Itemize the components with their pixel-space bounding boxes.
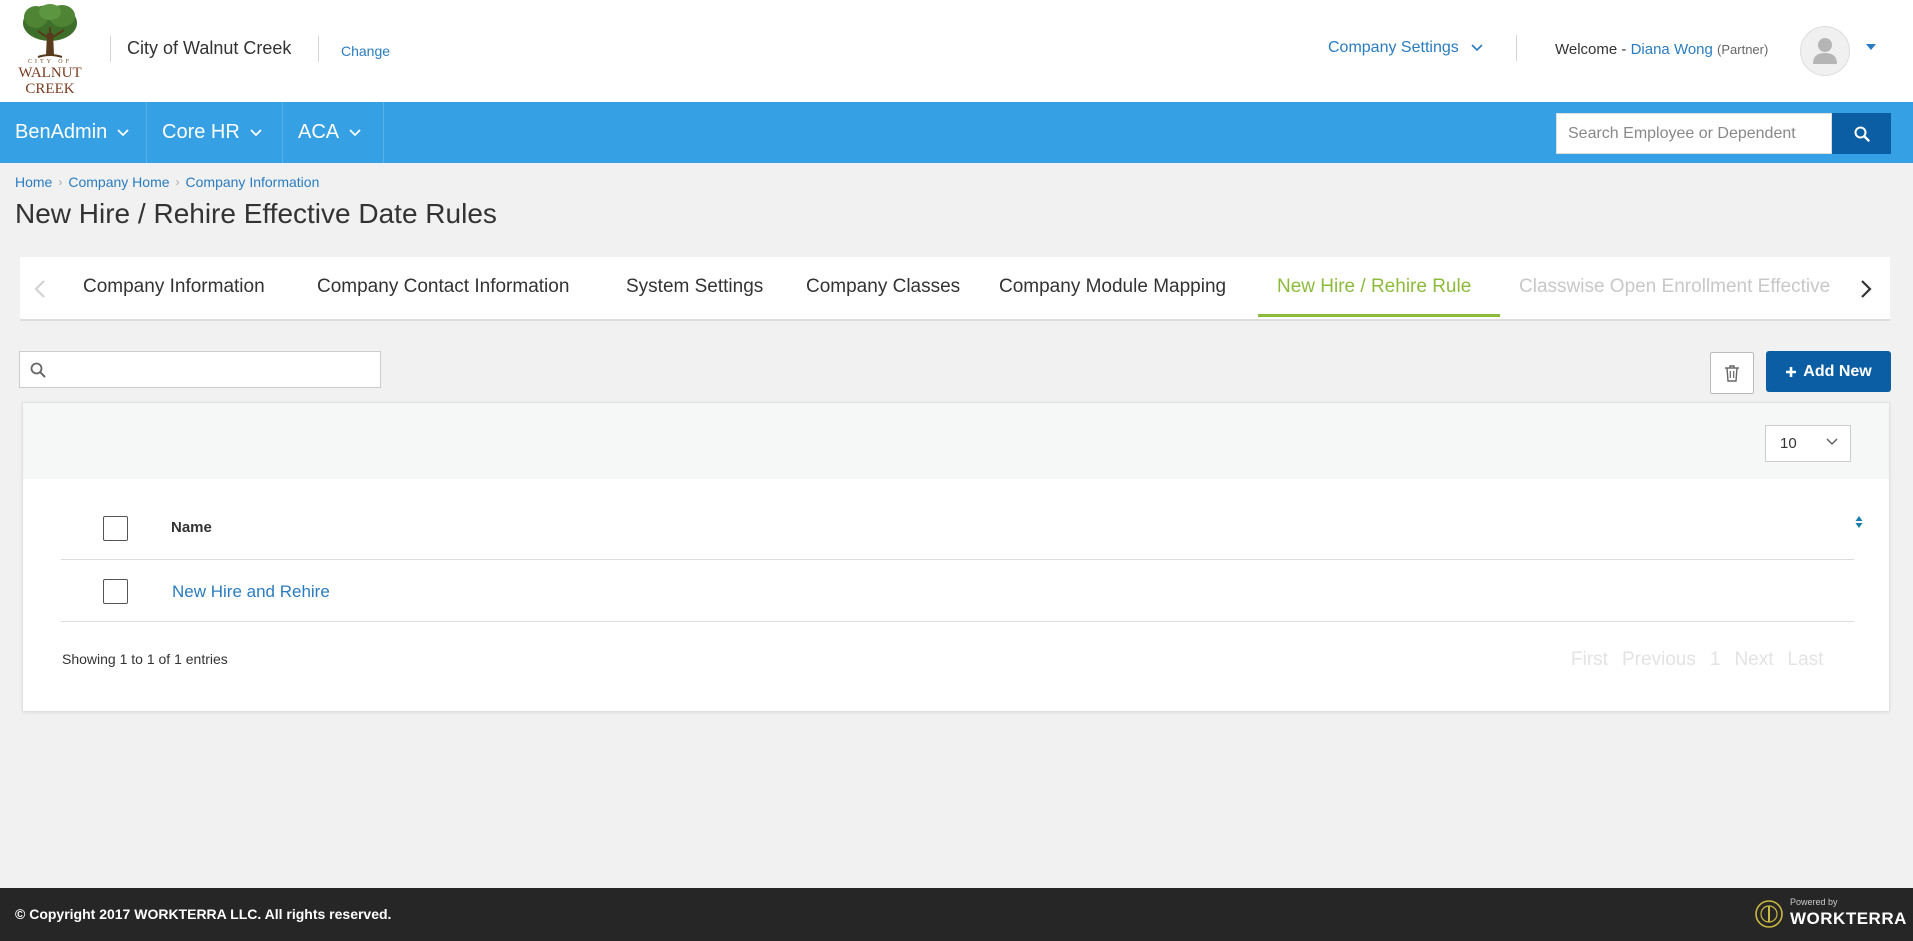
chevron-left-icon[interactable] <box>34 279 46 299</box>
table-header-row: Name <box>61 493 1863 560</box>
breadcrumb-company-home[interactable]: Company Home <box>68 174 169 190</box>
pager-first[interactable]: First <box>1571 649 1608 671</box>
pager-previous[interactable]: Previous <box>1622 649 1696 671</box>
entries-info: Showing 1 to 1 of 1 entries <box>62 651 228 667</box>
search-icon <box>1854 126 1870 142</box>
logo-walnut: WALNUT <box>18 65 82 81</box>
breadcrumb-company-information[interactable]: Company Information <box>186 174 320 190</box>
header-divider <box>110 36 111 62</box>
breadcrumb-home[interactable]: Home <box>15 174 52 190</box>
nav-aca[interactable]: ACA <box>283 102 384 163</box>
tab-company-classes[interactable]: Company Classes <box>806 276 960 298</box>
tab-classwise-open-enrollment[interactable]: Classwise Open Enrollment Effective <box>1519 276 1830 298</box>
tab-company-contact-information[interactable]: Company Contact Information <box>317 276 569 298</box>
copyright-text: © Copyright 2017 WORKTERRA LLC. All righ… <box>15 906 392 922</box>
logo-creek: CREEK <box>25 81 75 97</box>
powered-by-label: Powered by <box>1790 897 1838 907</box>
company-settings-label: Company Settings <box>1328 39 1459 56</box>
chevron-down-icon <box>117 128 129 136</box>
table-toolbar: 10 <box>23 403 1889 479</box>
pager-last[interactable]: Last <box>1788 649 1824 671</box>
page-size-select[interactable]: 10 <box>1765 425 1851 462</box>
tab-bar: Company Information Company Contact Info… <box>20 257 1890 321</box>
nav-item-label: ACA <box>298 121 340 143</box>
pager-next[interactable]: Next <box>1734 649 1773 671</box>
header-divider <box>1516 35 1517 61</box>
tab-system-settings[interactable]: System Settings <box>626 276 763 298</box>
tab-company-information[interactable]: Company Information <box>83 276 265 298</box>
company-name: City of Walnut Creek <box>127 38 292 58</box>
breadcrumb: Home › Company Home › Company Informatio… <box>15 174 319 190</box>
table-row: New Hire and Rehire <box>61 560 1854 622</box>
nav-item-label: Core HR <box>162 121 240 143</box>
pager-page-1[interactable]: 1 <box>1710 649 1721 671</box>
powered-by-logo: Powered by WORKTERRA <box>1752 896 1906 932</box>
breadcrumb-chevron-icon: › <box>175 175 180 189</box>
table-search-input[interactable] <box>19 351 381 388</box>
company-logo[interactable]: CITY OF WALNUT CREEK <box>14 3 86 98</box>
chevron-down-icon <box>1826 438 1838 445</box>
pagination: First Previous 1 Next Last <box>1571 649 1823 671</box>
change-company-link[interactable]: Change <box>341 43 390 59</box>
sort-icon[interactable] <box>1855 515 1863 529</box>
welcome-prefix: Welcome - <box>1555 41 1627 58</box>
add-new-label: Add New <box>1803 362 1872 380</box>
search-placeholder: Search Employee or Dependent <box>1568 124 1796 142</box>
workterra-brand: WORKTERRA <box>1790 909 1907 928</box>
chevron-down-icon <box>349 128 361 136</box>
add-new-button[interactable]: Add New <box>1766 351 1891 392</box>
nav-item-label: BenAdmin <box>15 121 108 143</box>
search-icon <box>30 362 46 377</box>
top-header: CITY OF WALNUT CREEK City of Walnut Cree… <box>0 0 1913 102</box>
nav-core-hr[interactable]: Core HR <box>147 102 283 163</box>
tree-logo-icon <box>23 4 77 58</box>
employee-search-input[interactable]: Search Employee or Dependent <box>1556 113 1832 154</box>
welcome-text: Welcome - Diana Wong (Partner) <box>1555 41 1768 58</box>
chevron-down-icon <box>250 128 262 136</box>
company-settings-menu[interactable]: Company Settings <box>1328 39 1483 57</box>
tab-company-module-mapping[interactable]: Company Module Mapping <box>999 276 1226 298</box>
page-title: New Hire / Rehire Effective Date Rules <box>15 198 497 229</box>
user-avatar[interactable] <box>1800 26 1850 76</box>
chevron-down-icon <box>1471 44 1483 52</box>
delete-button[interactable] <box>1710 352 1754 394</box>
user-menu-caret-icon[interactable] <box>1866 44 1876 50</box>
chevron-right-icon[interactable] <box>1860 279 1872 299</box>
footer: © Copyright 2017 WORKTERRA LLC. All righ… <box>0 888 1913 941</box>
tab-new-hire-rehire-rule[interactable]: New Hire / Rehire Rule <box>1277 276 1471 298</box>
breadcrumb-chevron-icon: › <box>58 175 63 189</box>
header-divider <box>318 36 319 62</box>
column-header-name[interactable]: Name <box>171 519 212 536</box>
workterra-logo-icon <box>1755 900 1783 928</box>
rule-name-link[interactable]: New Hire and Rehire <box>172 582 330 602</box>
trash-icon <box>1725 365 1739 382</box>
active-tab-indicator <box>1258 314 1500 317</box>
row-checkbox[interactable] <box>103 579 128 604</box>
select-all-checkbox[interactable] <box>103 516 128 541</box>
rules-table-card: 10 Name New Hire and Rehire Showing 1 to… <box>22 402 1890 712</box>
search-button[interactable] <box>1832 113 1891 154</box>
user-name-link[interactable]: Diana Wong <box>1631 41 1713 58</box>
nav-benadmin[interactable]: BenAdmin <box>0 102 147 163</box>
page-size-value: 10 <box>1780 435 1797 452</box>
user-silhouette-icon <box>1813 38 1837 64</box>
user-role: (Partner) <box>1717 42 1769 57</box>
plus-icon <box>1786 366 1797 377</box>
